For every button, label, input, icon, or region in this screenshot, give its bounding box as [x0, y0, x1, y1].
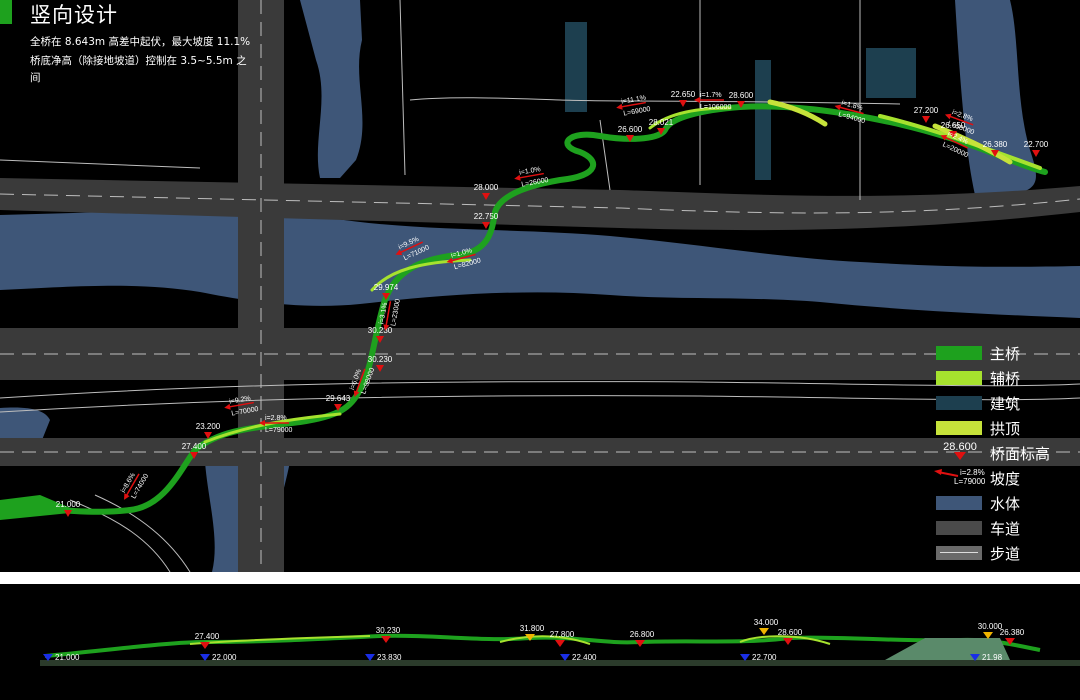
- legend-walk: 步道: [934, 543, 1074, 565]
- slope-arrowhead: [944, 113, 952, 120]
- legend-road: 车道: [934, 518, 1074, 540]
- legend-elevation: 28.600 桥面标高: [934, 441, 1074, 465]
- building-c: [866, 48, 916, 98]
- elevation-value: 28.600: [729, 91, 754, 100]
- elevation-value: 30.230: [368, 326, 393, 335]
- page-title: 竖向设计: [30, 3, 118, 27]
- plan-view: 21.000 27.400 23.200 29.643 30.230 30.230 29.9…: [0, 0, 1080, 572]
- legend-label-walk: 步道: [990, 545, 1021, 563]
- profile-drawing: 27.400 30.230 27.800 26.800 28.600 26.380 21.0…: [0, 584, 1080, 700]
- legend-label-road: 车道: [990, 520, 1021, 538]
- yellow-elevation-value: 30.000: [978, 622, 1003, 631]
- legend-slope-l: L=79000: [954, 477, 986, 486]
- building-a: [565, 22, 587, 112]
- legend-swatch-aux: [936, 371, 982, 385]
- elevation-marker: 21.000: [56, 500, 81, 517]
- elevation-value: 28.000: [474, 183, 499, 192]
- water-river: [0, 210, 1080, 318]
- legend-slope-i: i=2.8%: [960, 468, 985, 477]
- title-accent-bar: [0, 0, 12, 24]
- legend-swatch-arch: [936, 421, 982, 435]
- slope-length: L=69000: [623, 106, 651, 118]
- slope-label: i=11.1%L=69000: [616, 95, 651, 118]
- legend-label-aux: 辅桥: [990, 370, 1021, 388]
- elevation-value: 30.230: [368, 355, 393, 364]
- elevation-value: 28.021: [649, 118, 674, 127]
- elevation-value: 21.000: [56, 500, 81, 509]
- elevation-value: 22.650: [671, 90, 696, 99]
- building-b: [755, 60, 771, 180]
- red-elevation-value: 30.230: [376, 626, 401, 635]
- elevation-marker: 27.200: [914, 106, 939, 123]
- elevation-triangle: [1032, 150, 1040, 157]
- slope-label: i=8.6%L=74000: [120, 472, 150, 500]
- slope-length: L=79000: [265, 427, 293, 434]
- legend-label-water: 水体: [990, 495, 1021, 513]
- site-plan-drawing: 21.000 27.400 23.200 29.643 30.230 30.230 29.9…: [0, 0, 1080, 572]
- red-elevation-value: 27.800: [550, 630, 575, 639]
- legend-swatch-water: [936, 496, 982, 510]
- legend-swatch-road: [936, 521, 982, 535]
- slope-grade: i=1.7%: [700, 92, 722, 99]
- legend-building: 建筑: [934, 393, 1074, 415]
- elevation-value: 23.200: [196, 422, 221, 431]
- elevation-marker: 22.650: [671, 90, 696, 107]
- legend-slope-arrow: i=2.8% L=79000: [934, 468, 986, 486]
- elevation-value: 29.643: [326, 394, 351, 403]
- elevation-value: 22.750: [474, 212, 499, 221]
- legend-swatch-building: [936, 396, 982, 410]
- slope-length: L=23000: [390, 298, 402, 326]
- legend-slope: i=2.8% L=79000 坡度: [934, 468, 1074, 490]
- red-elevation-value: 26.380: [1000, 628, 1025, 637]
- elevation-triangle: [679, 100, 687, 107]
- legend-elevation-sample: 28.600: [943, 441, 977, 453]
- legend-water: 水体: [934, 493, 1074, 515]
- red-elevation-value: 27.400: [195, 632, 220, 641]
- elevation-value: 29.974: [374, 283, 399, 292]
- legend-elevation-marker: 28.600: [943, 441, 977, 460]
- legend-swatch-main: [936, 346, 982, 360]
- elevation-value: 22.700: [1024, 140, 1049, 149]
- yellow-elevation-value: 34.000: [754, 618, 779, 627]
- slope-grade: i=2.8%: [265, 415, 287, 422]
- blue-elevation-value: 22.400: [572, 653, 597, 662]
- legend-label-elevation: 桥面标高: [990, 445, 1051, 463]
- legend-label-building: 建筑: [990, 395, 1021, 413]
- yellow-elevation-value: 31.800: [520, 624, 545, 633]
- elevation-value: 27.400: [182, 442, 207, 451]
- profile-ground: [40, 660, 1080, 666]
- elevation-value: 27.200: [914, 106, 939, 115]
- blue-elevation-value: 22.700: [752, 653, 777, 662]
- red-elevation-value: 26.800: [630, 630, 655, 639]
- longitudinal-profile: 27.400 30.230 27.800 26.800 28.600 26.380 21.0…: [0, 584, 1080, 700]
- description-line-3: 间: [30, 72, 41, 84]
- blue-elevation-value: 21.98: [982, 653, 1003, 662]
- legend-aux-bridge: 辅桥: [934, 368, 1074, 390]
- blue-elevation-value: 22.000: [212, 653, 237, 662]
- blue-elevation-value: 21.000: [55, 653, 80, 662]
- slope-length: L=106000: [700, 104, 731, 111]
- blue-elevation-value: 23.830: [377, 653, 402, 662]
- description-line-1: 全桥在 8.643m 高差中起伏，最大坡度 11.1%: [30, 36, 251, 48]
- legend-label-slope: 坡度: [990, 470, 1021, 488]
- elevation-value: 26.380: [983, 140, 1008, 149]
- elevation-marker: 28.021: [649, 118, 674, 135]
- red-elevation-value: 28.600: [778, 628, 803, 637]
- description-line-2: 桥底净高（除接地坡道）控制在 3.5~5.5m 之: [30, 55, 247, 67]
- elevation-value: 26.600: [618, 125, 643, 134]
- elevation-triangle: [922, 116, 930, 123]
- legend-arch-top: 拱顶: [934, 418, 1074, 440]
- legend-label-arch: 拱顶: [990, 420, 1021, 438]
- legend-label-main: 主桥: [990, 345, 1021, 363]
- legend-swatch-walk: [936, 546, 982, 560]
- blue-elevation-marker: 21.98: [970, 653, 1003, 662]
- legend-main-bridge: 主桥: [934, 343, 1074, 365]
- water-north-pond: [300, 0, 363, 178]
